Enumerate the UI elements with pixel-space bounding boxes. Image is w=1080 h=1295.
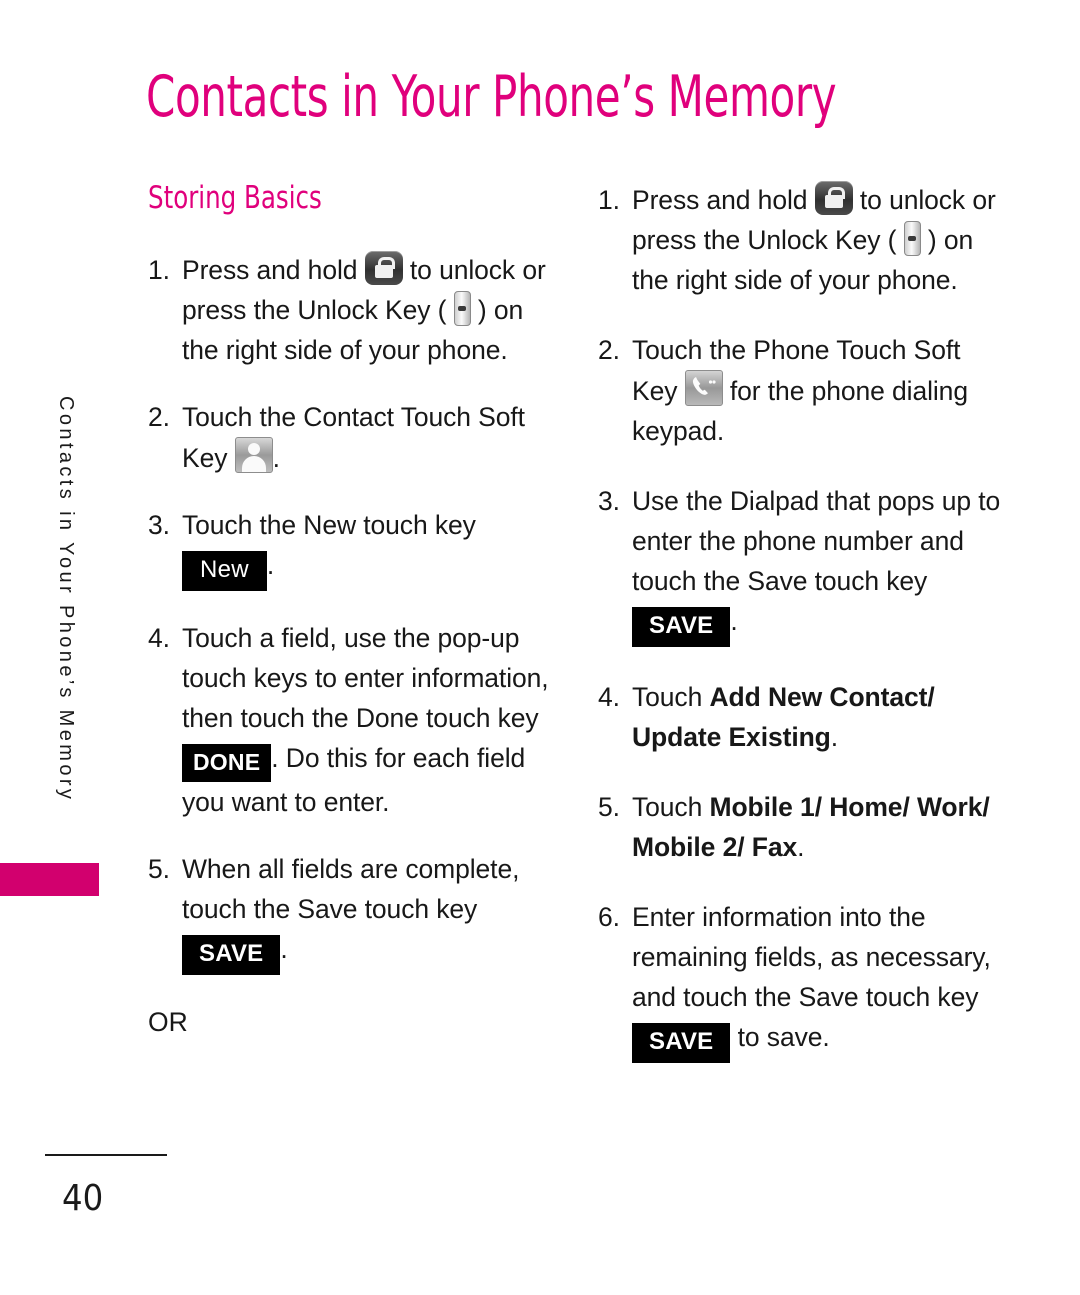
list-item: 4. Touch a field, use the pop-up touch ke…: [148, 618, 558, 822]
step-number: 4.: [598, 682, 620, 712]
step-text: Enter information into the remaining fie…: [632, 902, 991, 1012]
step-text: .: [797, 832, 805, 862]
step-number: 3.: [598, 486, 620, 516]
step-text: Touch the Contact Touch Soft Key: [182, 402, 525, 473]
contact-icon: [234, 437, 273, 473]
list-item: 5. Touch Mobile 1/ Home/ Work/ Mobile 2/ …: [598, 787, 1008, 867]
step-text: .: [266, 550, 275, 580]
save-touch-key-badge[interactable]: SAVE: [632, 607, 731, 647]
side-rail: Contacts in Your Phone’s Memory: [0, 0, 100, 1295]
step-number: 2.: [598, 335, 620, 365]
step-text: .: [830, 722, 839, 752]
list-item: 3. Touch the New touch key New.: [148, 505, 558, 591]
save-touch-key-badge[interactable]: SAVE: [632, 1023, 731, 1063]
step-number: 5.: [148, 854, 170, 884]
list-item: 2. Touch the Phone Touch Soft Key for the…: [598, 330, 1008, 451]
step-number: 6.: [598, 902, 620, 932]
page-number: 40: [62, 1178, 104, 1219]
step-text: Touch the New touch key: [182, 510, 476, 540]
step-text: Press and hold: [182, 255, 365, 285]
lock-icon: [364, 251, 403, 285]
step-number: 1.: [598, 185, 620, 215]
save-touch-key-badge[interactable]: SAVE: [182, 935, 281, 975]
side-running-head: Contacts in Your Phone’s Memory: [55, 396, 77, 803]
section-heading-storing-basics: Storing Basics: [148, 180, 322, 216]
list-item: 1. Press and hold to unlock or press the …: [148, 250, 558, 370]
right-steps-list: 1. Press and hold to unlock or press the …: [598, 180, 1008, 1063]
step-text: .: [280, 934, 288, 964]
list-item: 5. When all fields are complete, touch th…: [148, 849, 558, 975]
list-item: 4. Touch Add New Contact/ Update Existing…: [598, 677, 1008, 757]
page-title: Contacts in Your Phone’s Memory: [146, 64, 837, 130]
phone-handset-icon: [684, 370, 723, 406]
chapter-tab-marker: [0, 863, 99, 896]
left-steps-list: 1. Press and hold to unlock or press the …: [148, 250, 558, 975]
step-text: Press and hold: [632, 185, 815, 215]
step-text: .: [730, 606, 738, 636]
step-number: 4.: [148, 623, 170, 653]
left-column: Storing Basics 1. Press and hold to unloc…: [148, 180, 558, 1042]
side-unlock-key-icon: [903, 221, 921, 256]
or-label: OR: [148, 1007, 188, 1037]
right-column: 1. Press and hold to unlock or press the …: [598, 180, 1008, 1093]
step-text: Touch a field, use the pop-up touch keys…: [182, 623, 549, 733]
footer-divider: [45, 1154, 167, 1156]
new-touch-key-badge[interactable]: New: [182, 551, 267, 591]
list-item: 3. Use the Dialpad that pops up to enter …: [598, 481, 1008, 647]
side-unlock-key-icon: [453, 291, 471, 326]
step-number: 3.: [148, 510, 170, 540]
list-item: 2. Touch the Contact Touch Soft Key .: [148, 397, 558, 478]
list-item: 1. Press and hold to unlock or press the …: [598, 180, 1008, 300]
step-number: 5.: [598, 792, 620, 822]
done-touch-key-badge[interactable]: DONE: [182, 744, 272, 782]
step-number: 1.: [148, 255, 170, 285]
step-text: .: [272, 443, 280, 473]
step-number: 2.: [148, 402, 170, 432]
step-text: Touch: [632, 682, 710, 712]
step-text: Touch: [632, 792, 710, 822]
lock-icon: [814, 181, 853, 215]
list-item: 6. Enter information into the remaining f…: [598, 897, 1008, 1063]
step-text: When all fields are complete, touch the …: [182, 854, 520, 924]
step-text: to save.: [730, 1022, 830, 1052]
step-text: Use the Dialpad that pops up to enter th…: [632, 486, 1001, 596]
